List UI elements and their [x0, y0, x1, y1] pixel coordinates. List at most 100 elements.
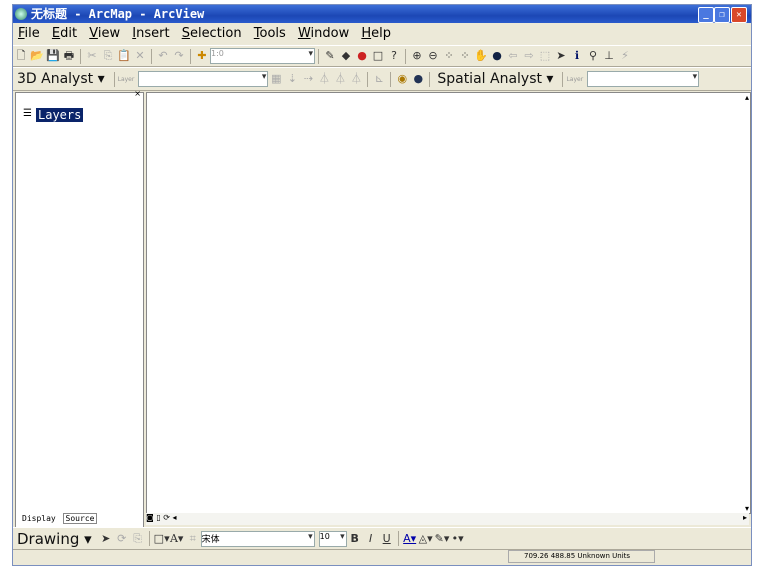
full-extent-icon[interactable]: ●: [490, 49, 504, 63]
menu-edit[interactable]: Edit: [52, 24, 77, 44]
zoom-in-icon[interactable]: ⊕: [410, 49, 424, 63]
3d-analyst-menu[interactable]: 3D Analyst ▾: [17, 71, 105, 87]
standard-toolbar: 🗋 📂 💾 🖶 ✂ ⎘ 📋 ✕ ↶ ↷ ✚ 1:0 ✎ ◆ ● □ ? ⊕ ⊖ …: [13, 45, 751, 67]
fixed-zoom-out-icon[interactable]: ⁘: [458, 49, 472, 63]
print-icon[interactable]: 🖶: [62, 49, 76, 63]
interpolate-line-icon[interactable]: ⏃: [333, 72, 347, 86]
menu-bar: File Edit View Insert Selection Tools Wi…: [13, 24, 751, 44]
zoom-out-icon[interactable]: ⊖: [426, 49, 440, 63]
restore-button[interactable]: ❐: [714, 7, 730, 23]
font-combo[interactable]: 宋体: [200, 530, 315, 547]
minimize-button[interactable]: _: [698, 7, 714, 23]
toolbox-icon[interactable]: ●: [355, 49, 369, 63]
command-line-icon[interactable]: □: [371, 49, 385, 63]
paste-icon[interactable]: 📋: [117, 49, 131, 63]
cut-icon[interactable]: ✂: [85, 49, 99, 63]
forward-icon[interactable]: ⇨: [522, 49, 536, 63]
line-color-icon[interactable]: ✎▾: [435, 532, 450, 546]
add-data-icon[interactable]: ✚: [195, 49, 209, 63]
close-button[interactable]: ✕: [731, 7, 747, 23]
select-elements-icon[interactable]: ➤: [99, 532, 113, 546]
layout-view-icon[interactable]: ▯: [156, 513, 160, 522]
back-icon[interactable]: ⇦: [506, 49, 520, 63]
table-of-contents: × ☰ Layers Display Source: [15, 89, 144, 528]
map-display[interactable]: ▴ ▾: [146, 92, 751, 514]
contour-icon[interactable]: ▦: [269, 72, 283, 86]
edit-vertices-icon[interactable]: ⌗: [186, 532, 200, 546]
hyperlink-icon[interactable]: ⚡: [618, 49, 632, 63]
new-icon[interactable]: 🗋: [14, 49, 28, 63]
layers-node[interactable]: Layers: [36, 108, 84, 122]
arctoolbox-icon[interactable]: ◆: [339, 49, 353, 63]
measure-icon[interactable]: ⊥: [602, 49, 616, 63]
bold-icon[interactable]: B: [348, 532, 362, 546]
zoom-whole-page-icon[interactable]: ⎘: [131, 532, 145, 546]
editor-icon[interactable]: ✎: [323, 49, 337, 63]
rotate-icon[interactable]: ⟳: [115, 532, 129, 546]
font-value: 宋体: [201, 534, 220, 545]
italic-icon[interactable]: I: [364, 532, 378, 546]
font-color-icon[interactable]: A▾: [403, 532, 417, 546]
delete-icon[interactable]: ✕: [133, 49, 147, 63]
menu-window[interactable]: Window: [298, 24, 349, 44]
find-icon[interactable]: ⚲: [586, 49, 600, 63]
redo-icon[interactable]: ↷: [172, 49, 186, 63]
drawing-menu[interactable]: Drawing ▾: [17, 530, 92, 548]
menu-view[interactable]: View: [89, 24, 120, 44]
horizontal-scrollbar[interactable]: ◙ ▯ ⟳ ◂ ▸: [146, 513, 749, 525]
arcmap-icon: [15, 8, 27, 20]
identify-icon[interactable]: ℹ: [570, 49, 584, 63]
line-of-sight-icon[interactable]: ⇢: [301, 72, 315, 86]
menu-file[interactable]: File: [18, 24, 40, 44]
whats-this-icon[interactable]: ?: [387, 49, 401, 63]
menu-tools[interactable]: Tools: [254, 24, 286, 44]
scale-value: 1:0: [211, 49, 224, 58]
save-icon[interactable]: 💾: [46, 49, 60, 63]
drawing-toolbar: Drawing ▾ ➤ ⟳ ⎘ □▾ A▾ ⌗ 宋体 10 B I U A▾ ◬…: [13, 527, 751, 550]
steepest-path-icon[interactable]: ⇣: [285, 72, 299, 86]
copy-icon[interactable]: ⎘: [101, 49, 115, 63]
analyst-toolbar: 3D Analyst ▾ Layer ▦ ⇣ ⇢ ⏃ ⏃ ⏃ ⊾ ◉ ● Spa…: [13, 67, 751, 91]
toc-tabs: Display Source: [20, 513, 98, 524]
layer-label: Layer: [117, 75, 135, 83]
scroll-up-icon[interactable]: ▴: [745, 93, 749, 102]
select-features-icon[interactable]: ⬚: [538, 49, 552, 63]
scroll-left-icon[interactable]: ◂: [173, 513, 177, 522]
menu-help[interactable]: Help: [361, 24, 391, 44]
scroll-down-icon[interactable]: ▾: [745, 504, 749, 513]
spatial-layer-combo[interactable]: [587, 71, 700, 87]
toc-close-icon[interactable]: ×: [134, 89, 141, 98]
text-icon[interactable]: A▾: [170, 532, 184, 546]
open-icon[interactable]: 📂: [30, 49, 44, 63]
interpolate-polygon-icon[interactable]: ⏃: [349, 72, 363, 86]
data-view-icon[interactable]: ◙: [146, 513, 154, 522]
arcscene-icon[interactable]: ◉: [395, 72, 409, 86]
menu-selection[interactable]: Selection: [182, 24, 242, 44]
profile-graph-icon[interactable]: ⊾: [372, 72, 386, 86]
arcglobe-icon[interactable]: ●: [411, 72, 425, 86]
font-size-value: 10: [319, 531, 330, 541]
coordinates-readout: 709.26 488.85 Unknown Units: [508, 550, 655, 563]
scale-combo[interactable]: 1:0: [210, 48, 315, 64]
interpolate-point-icon[interactable]: ⏃: [317, 72, 331, 86]
tab-source[interactable]: Source: [62, 513, 98, 524]
undo-icon[interactable]: ↶: [156, 49, 170, 63]
spatial-analyst-menu[interactable]: Spatial Analyst ▾: [437, 71, 553, 87]
pan-icon[interactable]: ✋: [474, 49, 488, 63]
scroll-right-icon[interactable]: ▸: [743, 513, 747, 522]
tab-display[interactable]: Display: [20, 514, 58, 523]
window-title: 无标题 - ArcMap - ArcView: [31, 7, 205, 21]
rectangle-icon[interactable]: □▾: [154, 532, 170, 546]
fill-color-icon[interactable]: ◬▾: [419, 532, 433, 546]
menu-insert[interactable]: Insert: [132, 24, 169, 44]
select-elements-icon[interactable]: ➤: [554, 49, 568, 63]
arcmap-window: 无标题 - ArcMap - ArcView _ ❐ ✕ File Edit V…: [12, 4, 752, 566]
status-bar: 709.26 488.85 Unknown Units: [13, 549, 751, 563]
marker-color-icon[interactable]: •▾: [451, 532, 465, 546]
font-size-combo[interactable]: 10: [318, 530, 347, 547]
3d-layer-combo[interactable]: [138, 71, 269, 87]
refresh-icon[interactable]: ⟳: [163, 513, 170, 522]
underline-icon[interactable]: U: [380, 532, 394, 546]
fixed-zoom-in-icon[interactable]: ⁘: [442, 49, 456, 63]
layers-icon: ☰: [23, 108, 32, 119]
